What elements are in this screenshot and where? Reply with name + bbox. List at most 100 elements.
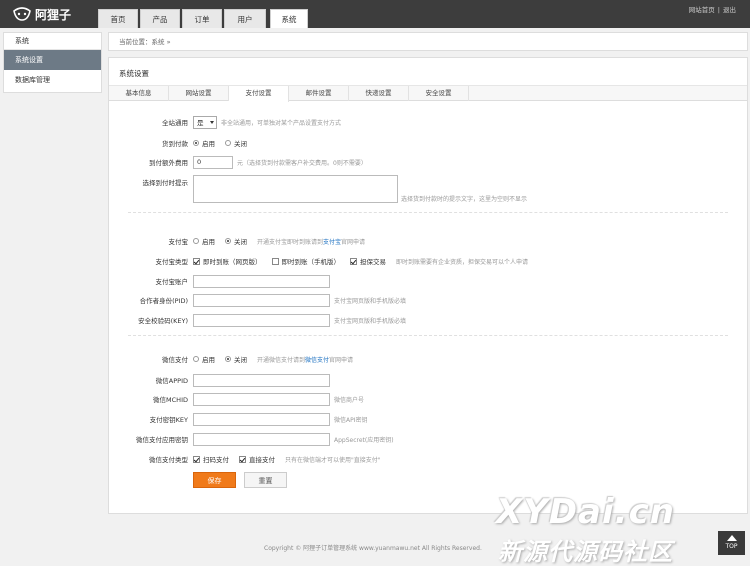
partner-id-label: 合作者身份(PID): [139, 297, 188, 305]
watermark: XYDai.cn 新源代源码社区: [496, 492, 696, 566]
site-home-link[interactable]: 网站首页: [689, 6, 715, 14]
cod-disable-option[interactable]: 关闭: [225, 138, 247, 148]
global-select[interactable]: 是: [193, 115, 217, 129]
radio-icon[interactable]: [225, 140, 231, 146]
nav-tab-home[interactable]: 首页: [98, 9, 138, 28]
watermark-line1: XYDai.cn: [496, 492, 675, 532]
cod-tip-hint: 选择货到付款时的提示文字，这里为空则不显示: [401, 196, 528, 203]
cod-enable-option[interactable]: 启用: [193, 138, 215, 148]
nav-tab-orders[interactable]: 订单: [182, 9, 222, 28]
alipay-type-escrow-label: 担保交易: [360, 258, 386, 266]
nav-tab-system[interactable]: 系统: [270, 9, 308, 28]
row-alipay-key: 安全校验码(KEY) 支付宝网页版和手机版必填: [0, 313, 750, 327]
row-cod-fee: 到付额外费用 0 元（选择货到付款需客户补交费用。0则不需要）: [0, 155, 750, 169]
radio-icon[interactable]: [193, 140, 199, 146]
wechat-mchid-input[interactable]: [193, 392, 330, 406]
wechat-mchid-label: 微信MCHID: [153, 396, 188, 404]
alipay-disable-label: 关闭: [234, 238, 247, 246]
watermark-line2: 新源代源码社区: [498, 538, 673, 566]
alipay-type-hint: 即时到账需要有企业资质，担保交易可以个人申请: [396, 258, 529, 266]
alipay-disable-option[interactable]: 关闭: [225, 236, 247, 246]
wechat-enable-option[interactable]: 启用: [193, 354, 215, 364]
tab-email-settings[interactable]: 邮件设置: [289, 86, 349, 101]
logo[interactable]: 阿狸子: [12, 6, 71, 22]
logout-link[interactable]: 退出: [723, 6, 736, 14]
wechat-key-input[interactable]: [193, 412, 330, 426]
row-alipay-account: 支付宝账户: [0, 274, 750, 288]
row-wechat: 微信支付 启用 关闭 开通微信支付请到微信支付官网申请: [0, 352, 750, 366]
wechat-type-scan-label: 扫码支付: [203, 456, 229, 464]
reset-button[interactable]: 重置: [244, 472, 287, 488]
cod-fee-label: 到付额外费用: [149, 159, 188, 167]
partner-id-hint: 支付宝网页版和手机版必填: [334, 297, 407, 305]
wechat-type-direct-option[interactable]: 直接支付: [239, 454, 275, 464]
arrow-up-icon: [726, 535, 737, 541]
alipay-type-web-option[interactable]: 即时到账（网页版）: [193, 256, 262, 266]
tab-basic-info[interactable]: 基本信息: [109, 86, 169, 101]
sidebar-title: 系统: [4, 33, 101, 50]
cod-fee-hint: 元（选择货到付款需客户补交费用。0则不需要）: [237, 159, 367, 167]
cod-fee-input[interactable]: 0: [193, 155, 233, 169]
sidebar-item-database[interactable]: 数据库管理: [4, 70, 101, 90]
checkbox-icon[interactable]: [271, 257, 279, 265]
wechat-hint: 开通微信支付请到微信支付官网申请: [257, 355, 353, 364]
checkbox-icon[interactable]: [193, 257, 200, 265]
nav-tab-products[interactable]: 产品: [140, 9, 180, 28]
wechat-appid-input[interactable]: [193, 373, 330, 387]
tab-payment-settings[interactable]: 支付设置: [229, 86, 289, 102]
save-button[interactable]: 保存: [193, 472, 236, 488]
alipay-type-escrow-option[interactable]: 担保交易: [350, 256, 386, 266]
checkbox-icon[interactable]: [239, 455, 246, 463]
row-wechat-key: 支付密钥KEY 微信API密钥: [0, 412, 750, 426]
radio-icon[interactable]: [225, 238, 231, 244]
back-to-top-label: TOP: [725, 543, 738, 550]
wechat-link[interactable]: 微信支付: [305, 357, 329, 364]
global-hint: 非全站通用，可单独对某个产品设置支付方式: [221, 119, 342, 127]
breadcrumb: 当前位置：系统 »: [108, 32, 748, 51]
alipay-key-label: 安全校验码(KEY): [138, 317, 188, 325]
settings-tabs: 基本信息 网站设置 支付设置 邮件设置 快递设置 安全设置: [109, 85, 747, 102]
nav-tab-users[interactable]: 用户: [224, 9, 266, 28]
wechat-appid-label: 微信APPID: [155, 377, 188, 385]
radio-icon[interactable]: [193, 238, 199, 244]
wechat-type-hint: 只有在微信端才可以使用"直接支付": [285, 456, 381, 464]
tab-shipping-settings[interactable]: 快递设置: [349, 86, 409, 101]
alipay-label: 支付宝: [168, 238, 189, 246]
alipay-account-input[interactable]: [193, 274, 330, 288]
sidebar: 系统 系统设置 数据库管理: [3, 32, 102, 93]
partner-id-input[interactable]: [193, 293, 330, 307]
global-select-value: 是: [197, 119, 204, 127]
checkbox-icon[interactable]: [193, 455, 200, 463]
radio-icon[interactable]: [193, 356, 199, 362]
global-label: 全站通用: [162, 119, 188, 127]
cod-enable-label: 启用: [202, 140, 215, 148]
alipay-hint-pre: 开通支付宝即时到账请到: [257, 238, 324, 246]
tab-security-settings[interactable]: 安全设置: [409, 86, 469, 101]
row-alipay: 支付宝 启用 关闭 开通支付宝即时到账请到支付宝官网申请: [0, 234, 750, 248]
row-alipay-type: 支付宝类型 即时到账（网页版） 即时到账（手机版） 担保交易 即时到账需要有企业…: [0, 254, 750, 268]
cod-tip-textarea[interactable]: [193, 175, 398, 203]
alipay-enable-option[interactable]: 启用: [193, 236, 215, 246]
checkbox-icon[interactable]: [350, 257, 357, 265]
divider: [128, 212, 728, 213]
radio-icon[interactable]: [225, 356, 231, 362]
wechat-key-hint: 微信API密钥: [334, 416, 368, 424]
divider: [128, 335, 728, 336]
back-to-top-button[interactable]: TOP: [718, 531, 745, 555]
cod-tip-label: 选择到付时提示: [142, 179, 189, 187]
sidebar-item-system-settings[interactable]: 系统设置: [4, 50, 101, 70]
row-cod: 货到付款 启用 关闭: [0, 136, 750, 150]
alipay-key-input[interactable]: [193, 313, 330, 327]
wechat-type-scan-option[interactable]: 扫码支付: [193, 454, 229, 464]
wechat-disable-option[interactable]: 关闭: [225, 354, 247, 364]
alipay-type-web-label: 即时到账（网页版）: [203, 258, 262, 266]
wechat-secret-input[interactable]: [193, 432, 330, 446]
alipay-type-mobile-option[interactable]: 即时到账（手机版）: [271, 256, 340, 266]
cod-label: 货到付款: [162, 140, 188, 148]
alipay-hint: 开通支付宝即时到账请到支付宝官网申请: [257, 237, 365, 246]
wechat-label: 微信支付: [162, 356, 188, 364]
wechat-key-label: 支付密钥KEY: [149, 416, 188, 424]
alipay-link[interactable]: 支付宝: [323, 239, 341, 246]
wechat-hint-pre: 开通微信支付请到: [257, 356, 306, 364]
tab-site-settings[interactable]: 网站设置: [169, 86, 229, 101]
